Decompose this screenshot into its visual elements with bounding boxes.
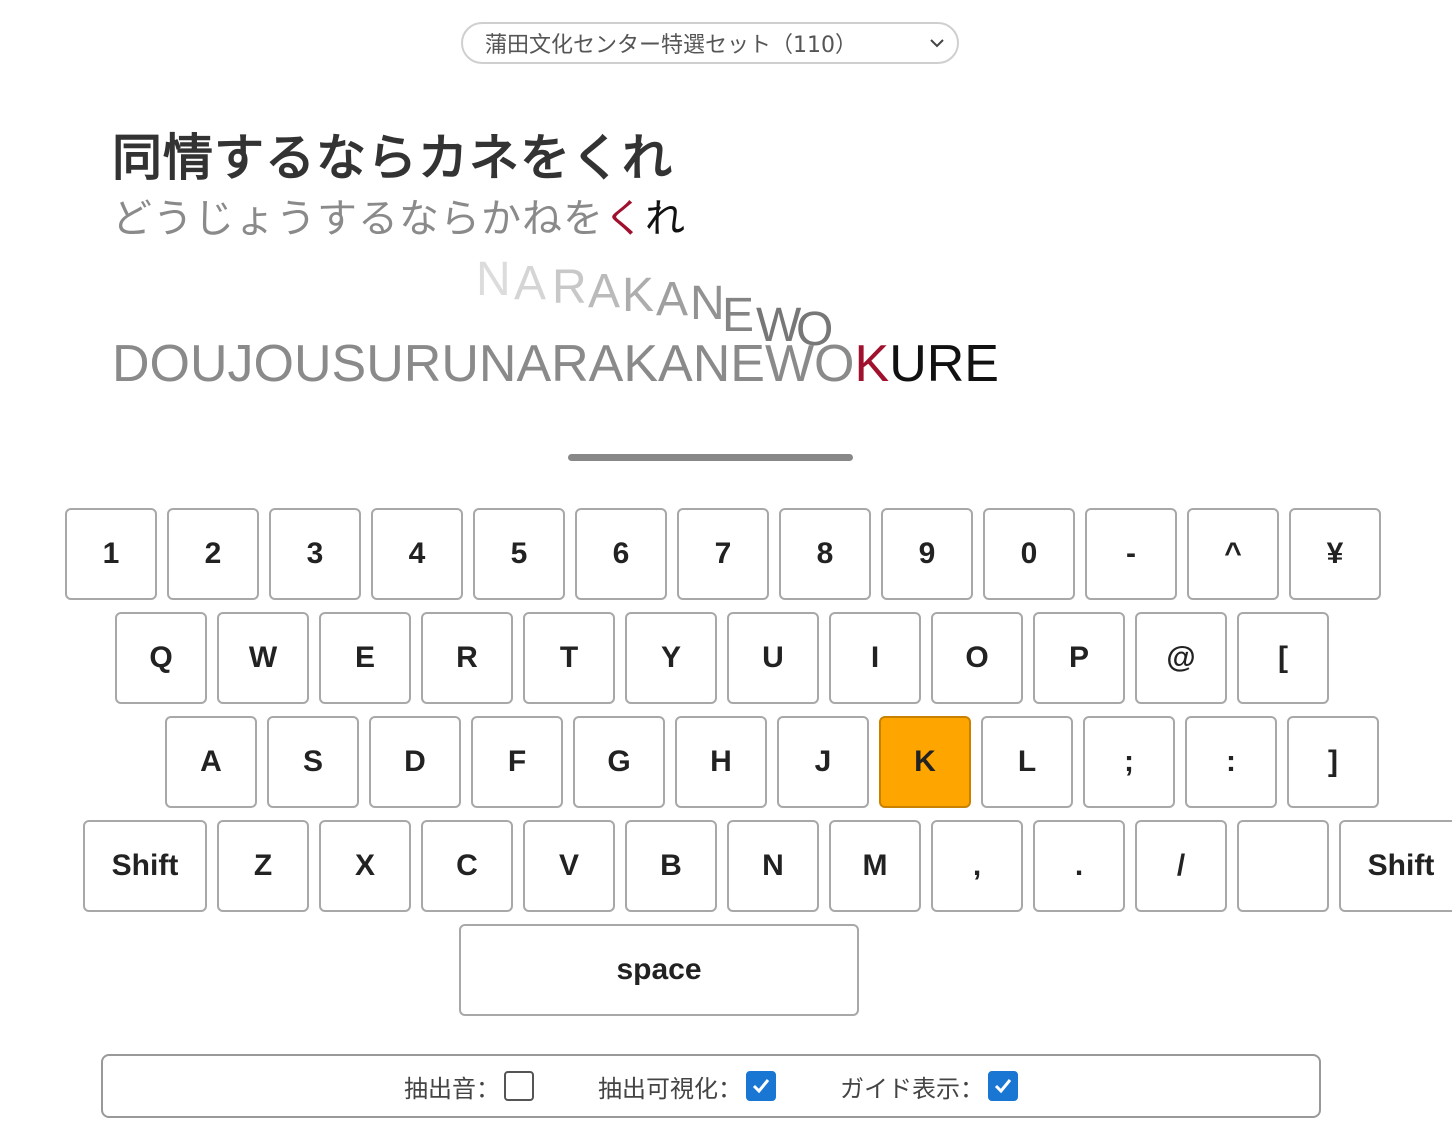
set-select-value: 蒲田文化センター特選セット（110） <box>485 33 857 58</box>
option-label: 抽出可視化： <box>598 1074 742 1103</box>
key-period[interactable]: . <box>1033 820 1125 912</box>
option-extract-sound[interactable]: 抽出音： <box>404 1069 534 1104</box>
key-shift-0[interactable]: Shift <box>83 820 207 912</box>
key-z[interactable]: Z <box>217 820 309 912</box>
key-8[interactable]: 8 <box>779 508 871 600</box>
key-c[interactable]: C <box>421 820 513 912</box>
key-w[interactable]: W <box>217 612 309 704</box>
option-label: 抽出音： <box>404 1074 500 1103</box>
keyboard-row-4: Shift Z X C V B N M,. / Shift <box>83 820 1452 912</box>
key-p[interactable]: P <box>1033 612 1125 704</box>
key-shift-12[interactable]: Shift <box>1339 820 1452 912</box>
key-1[interactable]: 1 <box>65 508 157 600</box>
floating-letter: N <box>690 277 725 330</box>
romaji-current: K <box>854 335 890 393</box>
key-at[interactable]: @ <box>1135 612 1227 704</box>
key-5[interactable]: 5 <box>473 508 565 600</box>
option-guide-display[interactable]: ガイド表示： <box>840 1069 1018 1104</box>
key-7[interactable]: 7 <box>677 508 769 600</box>
key-q[interactable]: Q <box>115 612 207 704</box>
kana-typed: どうじょうするならかねを <box>112 196 604 242</box>
key-t[interactable]: T <box>523 612 615 704</box>
extract-visualize-checkbox[interactable] <box>746 1071 776 1101</box>
key-colon[interactable]: : <box>1185 716 1277 808</box>
key-v[interactable]: V <box>523 820 615 912</box>
key-a[interactable]: A <box>165 716 257 808</box>
key-space[interactable]: space <box>459 924 859 1016</box>
key-j[interactable]: J <box>777 716 869 808</box>
key-y[interactable]: Y <box>625 612 717 704</box>
key-l[interactable]: L <box>981 716 1073 808</box>
key-b[interactable]: B <box>625 820 717 912</box>
key-comma[interactable]: , <box>931 820 1023 912</box>
key-blank[interactable] <box>1237 820 1329 912</box>
kana-rest: れ <box>645 196 686 242</box>
keyboard-row-2: Q W E R T Y U I O P @[ <box>115 612 1329 704</box>
key-d[interactable]: D <box>369 716 461 808</box>
key-x[interactable]: X <box>319 820 411 912</box>
phrase-title: 同情するならカネをくれ <box>112 129 673 187</box>
checkmark-icon <box>752 1079 770 1094</box>
key-i[interactable]: I <box>829 612 921 704</box>
key-g[interactable]: G <box>573 716 665 808</box>
key-3[interactable]: 3 <box>269 508 361 600</box>
checkmark-icon <box>994 1079 1012 1094</box>
keyboard-row-1: 1 2 3 4 5 6 7 8 9 0- ^ ¥ <box>65 508 1381 600</box>
key-k[interactable]: K <box>879 716 971 808</box>
key-lbracket[interactable]: [ <box>1237 612 1329 704</box>
key-r[interactable]: R <box>421 612 513 704</box>
key-4[interactable]: 4 <box>371 508 463 600</box>
key-o[interactable]: O <box>931 612 1023 704</box>
chevron-down-icon <box>930 39 944 48</box>
key-semicolon[interactable]: ; <box>1083 716 1175 808</box>
key-0[interactable]: 0 <box>983 508 1075 600</box>
floating-letter: N <box>476 253 511 306</box>
key-minus[interactable]: - <box>1085 508 1177 600</box>
option-extract-visualize[interactable]: 抽出可視化： <box>598 1069 776 1104</box>
key-m[interactable]: M <box>829 820 921 912</box>
key-slash[interactable]: / <box>1135 820 1227 912</box>
romaji-rest: URE <box>889 335 999 393</box>
romaji-typed: DOUJOUSURUNARAKANEWO <box>112 335 855 393</box>
keyboard-row-5: space <box>459 924 859 1016</box>
key-6[interactable]: 6 <box>575 508 667 600</box>
romaji-line: DOUJOUSURUNARAKANEWOKURE <box>112 334 999 394</box>
floating-letter: K <box>622 269 655 322</box>
key-f[interactable]: F <box>471 716 563 808</box>
guide-display-checkbox[interactable] <box>988 1071 1018 1101</box>
floating-letter: R <box>552 261 587 314</box>
key-9[interactable]: 9 <box>881 508 973 600</box>
extract-sound-checkbox[interactable] <box>504 1071 534 1101</box>
kana-reading: どうじょうするならかねをくれ <box>112 186 686 244</box>
option-label: ガイド表示： <box>840 1074 984 1103</box>
set-select[interactable]: 蒲田文化センター特選セット（110） <box>461 22 959 64</box>
key-e[interactable]: E <box>319 612 411 704</box>
key-s[interactable]: S <box>267 716 359 808</box>
floating-letter: A <box>588 265 621 318</box>
key-n[interactable]: N <box>727 820 819 912</box>
floating-letter: A <box>514 257 547 310</box>
floating-letter: A <box>656 273 689 326</box>
progress-bar <box>568 454 853 461</box>
key-h[interactable]: H <box>675 716 767 808</box>
keyboard-row-3: A S D F G H J K L;:] <box>165 716 1379 808</box>
key-yen[interactable]: ¥ <box>1289 508 1381 600</box>
kana-current: く <box>604 196 645 242</box>
key-2[interactable]: 2 <box>167 508 259 600</box>
key-u[interactable]: U <box>727 612 819 704</box>
key-caret[interactable]: ^ <box>1187 508 1279 600</box>
key-rbracket[interactable]: ] <box>1287 716 1379 808</box>
options-bar: 抽出音： 抽出可視化： ガイド表示： <box>101 1054 1321 1118</box>
